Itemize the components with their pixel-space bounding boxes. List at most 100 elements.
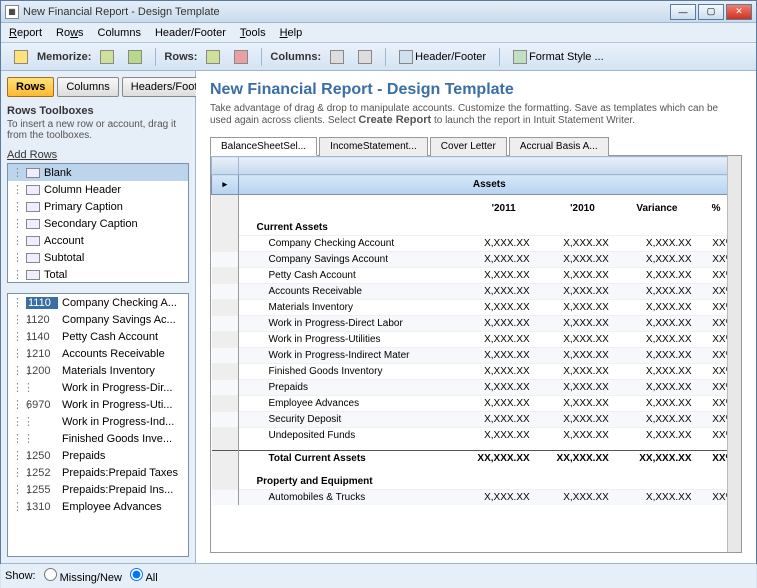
data-row[interactable]: Employee AdvancesX,XXX.XXX,XXX.XXX,XXX.X… [212,395,741,411]
account-item[interactable]: ⋮⋮1140Petty Cash Account [8,328,188,345]
accounts-list[interactable]: ⋮⋮1110Company Checking A...⋮⋮1120Company… [7,293,189,557]
rows-add-button[interactable] [201,47,225,67]
account-item[interactable]: ⋮⋮1110Company Checking A... [8,294,188,311]
design-grid[interactable]: Assets'2011'2010Variance%Current AssetsC… [210,156,742,553]
account-item[interactable]: ⋮⋮1120Company Savings Ac... [8,311,188,328]
report-tabs: BalanceSheetSel...IncomeStatement...Cove… [210,136,742,156]
menu-help[interactable]: Help [280,27,303,39]
row-del-icon [234,50,248,64]
columns-label: Columns: [270,51,321,63]
data-row[interactable]: Company Savings AccountX,XXX.XXX,XXX.XXX… [212,251,741,267]
format-style-button[interactable]: Format Style ... [508,47,609,67]
row-type-item[interactable]: ⋮⋮Primary Caption [8,198,188,215]
row-type-icon [26,270,40,280]
minimize-button[interactable]: — [670,4,696,20]
menu-report[interactable]: Report [9,27,42,39]
data-row[interactable]: Work in Progress-UtilitiesX,XXX.XXX,XXX.… [212,331,741,347]
row-type-item[interactable]: ⋮⋮Blank [8,164,188,181]
row-type-item[interactable]: ⋮⋮Subtotal [8,249,188,266]
account-item[interactable]: ⋮⋮1252Prepaids:Prepaid Taxes [8,464,188,481]
maximize-button[interactable]: ▢ [698,4,724,20]
vertical-scrollbar[interactable] [727,156,741,552]
close-button[interactable]: ✕ [726,4,752,20]
report-tab[interactable]: Cover Letter [430,137,507,156]
show-label: Show: [5,570,36,582]
page-desc: Take advantage of drag & drop to manipul… [210,103,742,126]
account-item[interactable]: ⋮⋮1250Prepaids [8,447,188,464]
data-row[interactable]: PrepaidsX,XXX.XXX,XXX.XXX,XXX.XXXX% [212,379,741,395]
report-tab[interactable]: BalanceSheetSel... [210,137,317,156]
account-item[interactable]: ⋮⋮1210Accounts Receivable [8,345,188,362]
data-row[interactable]: Work in Progress-Direct LaborX,XXX.XXX,X… [212,315,741,331]
toolbar: Memorize: Rows: Columns: Header/Footer F… [1,43,756,71]
row-type-icon [26,185,40,195]
data-row[interactable]: Company Checking AccountX,XXX.XXX,XXX.XX… [212,235,741,251]
headerfooter-icon [399,50,413,64]
addrows-label: Add Rows [7,149,189,161]
row-type-item[interactable]: ⋮⋮Column Header [8,181,188,198]
undo-button[interactable] [9,47,33,67]
account-item[interactable]: ⋮⋮1255Prepaids:Prepaid Ins... [8,481,188,498]
account-item[interactable]: ⋮⋮Work in Progress-Dir... [8,379,188,396]
section-current-assets: Current Assets [238,220,457,236]
report-tab[interactable]: IncomeStatement... [319,137,428,156]
row-add-icon [206,50,220,64]
row-selector[interactable] [212,175,239,195]
row-type-icon [26,253,40,263]
menu-columns[interactable]: Columns [98,27,141,39]
menu-tools[interactable]: Tools [240,27,266,39]
row-type-icon [26,219,40,229]
menu-headerfooter[interactable]: Header/Footer [155,27,226,39]
row-type-icon [26,202,40,212]
menu-rows[interactable]: Rows [56,27,84,39]
tab-columns[interactable]: Columns [57,77,118,97]
data-row[interactable]: Accounts ReceivableX,XXX.XXX,XXX.XXX,XXX… [212,283,741,299]
data-row[interactable]: Petty Cash AccountX,XXX.XXX,XXX.XXX,XXX.… [212,267,741,283]
account-item[interactable]: ⋮⋮1200Materials Inventory [8,362,188,379]
show-bar: Show: Missing/New All [1,563,756,588]
row-type-item[interactable]: ⋮⋮Account [8,232,188,249]
folder-icon [128,50,142,64]
data-row[interactable]: Materials InventoryX,XXX.XXX,XXX.XXX,XXX… [212,299,741,315]
app-icon: ▦ [5,5,19,19]
row-type-item[interactable]: ⋮⋮Secondary Caption [8,215,188,232]
data-row[interactable]: Automobiles & TrucksX,XXX.XXX,XXX.XXX,XX… [212,490,741,506]
col-del-button[interactable] [353,47,377,67]
window-buttons: — ▢ ✕ [670,4,752,20]
row-type-item[interactable]: ⋮⋮Total [8,266,188,283]
col-add-icon [330,50,344,64]
window-title: New Financial Report - Design Template [23,6,670,18]
total-current-assets-row: Total Current AssetsXX,XXX.XXXX,XXX.XXXX… [212,451,741,467]
main-area: Rows Columns Headers/Footers Rows Toolbo… [1,71,756,563]
row-types-list[interactable]: ⋮⋮Blank⋮⋮Column Header⋮⋮Primary Caption⋮… [7,163,189,283]
undo-icon [14,50,28,64]
account-item[interactable]: ⋮⋮Work in Progress-Ind... [8,413,188,430]
menubar: Report Rows Columns Header/Footer Tools … [1,23,756,43]
account-item[interactable]: ⋮⋮1310Employee Advances [8,498,188,515]
memorize-save-button[interactable] [95,47,119,67]
data-row[interactable]: Finished Goods InventoryX,XXX.XXX,XXX.XX… [212,363,741,379]
data-row[interactable]: Undeposited FundsX,XXX.XXX,XXX.XXX,XXX.X… [212,427,741,443]
data-row[interactable]: Work in Progress-Indirect MaterX,XXX.XXX… [212,347,741,363]
col-add-button[interactable] [325,47,349,67]
rows-del-button[interactable] [229,47,253,67]
section-property-equipment: Property and Equipment [238,474,457,490]
show-all-radio[interactable]: All [130,568,158,584]
report-tab[interactable]: Accrual Basis A... [509,137,609,156]
left-panel: Rows Columns Headers/Footers Rows Toolbo… [1,71,196,563]
col-del-icon [358,50,372,64]
toolbox-tabs: Rows Columns Headers/Footers [7,77,189,97]
memorize-label: Memorize: [37,51,91,63]
memorize-open-button[interactable] [123,47,147,67]
headerfooter-button[interactable]: Header/Footer [394,47,491,67]
show-missing-radio[interactable]: Missing/New [44,568,122,584]
row-type-icon [26,168,40,178]
format-icon [513,50,527,64]
rows-label: Rows: [164,51,197,63]
account-item[interactable]: ⋮⋮Finished Goods Inve... [8,430,188,447]
toolboxes-title: Rows Toolboxes [7,105,189,117]
row-type-icon [26,236,40,246]
data-row[interactable]: Security DepositX,XXX.XXX,XXX.XXX,XXX.XX… [212,411,741,427]
tab-rows[interactable]: Rows [7,77,54,97]
account-item[interactable]: ⋮⋮6970Work in Progress-Uti... [8,396,188,413]
